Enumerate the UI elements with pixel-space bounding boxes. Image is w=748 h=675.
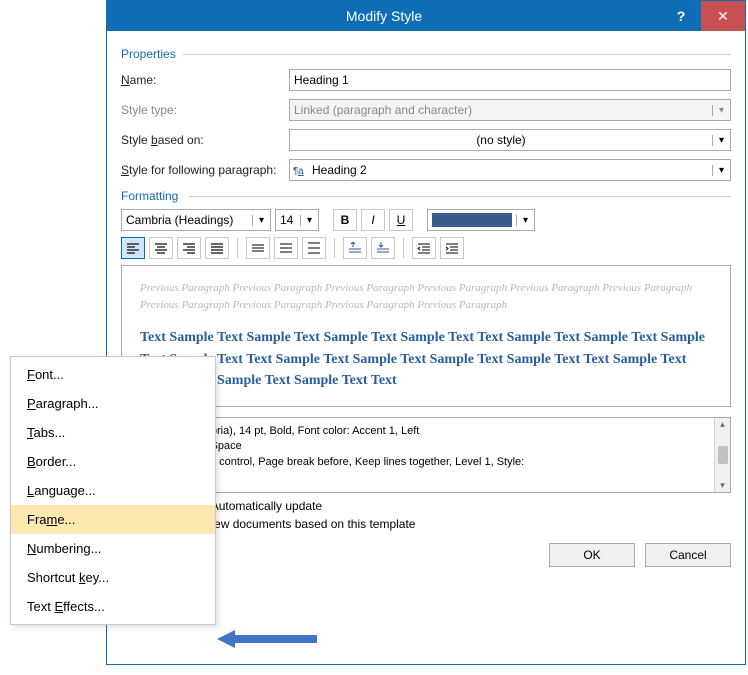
- preview-sample-text: Text Sample Text Sample Text Sample Text…: [140, 327, 712, 392]
- menu-border[interactable]: Border...: [11, 447, 215, 476]
- italic-button[interactable]: I: [361, 209, 385, 231]
- indent-inc-button[interactable]: [440, 237, 464, 259]
- menu-frame[interactable]: Frame...: [11, 505, 215, 534]
- properties-legend: Properties: [121, 47, 731, 61]
- separator: [403, 238, 404, 258]
- preview-previous-text: Previous Paragraph Previous Paragraph Pr…: [140, 280, 712, 313]
- newdoc-label: New documents based on this template: [205, 517, 415, 531]
- bold-button[interactable]: B: [333, 209, 357, 231]
- color-swatch: [432, 213, 512, 227]
- style-type-combo: Linked (paragraph and character) ▾: [289, 99, 731, 121]
- format-menu: Font... Paragraph... Tabs... Border... L…: [10, 356, 216, 625]
- chevron-down-icon[interactable]: ▾: [712, 165, 730, 176]
- desc-scrollbar[interactable]: ▴▾: [714, 418, 730, 492]
- menu-font[interactable]: Font...: [11, 360, 215, 389]
- titlebar: Modify Style ? ✕: [107, 1, 745, 31]
- linespace-2-button[interactable]: [302, 237, 326, 259]
- paragraph-icon: ¶a: [290, 164, 308, 176]
- close-button[interactable]: ✕: [701, 1, 745, 31]
- following-value: Heading 2: [308, 163, 712, 177]
- desc-line: +Headings (Cambria), 14 pt, Bold, Font c…: [128, 424, 724, 439]
- linespace-1-button[interactable]: [246, 237, 270, 259]
- linespace-15-button[interactable]: [274, 237, 298, 259]
- desc-line: pt, Widow/Orphan control, Page break bef…: [128, 455, 724, 470]
- menu-tabs[interactable]: Tabs...: [11, 418, 215, 447]
- chevron-down-icon: ▾: [712, 105, 730, 116]
- help-button[interactable]: ?: [661, 1, 701, 31]
- dialog-title: Modify Style: [107, 8, 661, 24]
- desc-line: : Multiple 1.15 li, Space: [128, 439, 724, 454]
- ok-button[interactable]: OK: [549, 543, 635, 567]
- chevron-down-icon[interactable]: ▾: [252, 215, 270, 226]
- space-before-inc-button[interactable]: [343, 237, 367, 259]
- menu-paragraph[interactable]: Paragraph...: [11, 389, 215, 418]
- align-center-button[interactable]: [149, 237, 173, 259]
- align-left-button[interactable]: [121, 237, 145, 259]
- formatting-legend: Formatting: [121, 189, 731, 203]
- name-input[interactable]: [289, 69, 731, 91]
- following-combo[interactable]: ¶a Heading 2 ▾: [289, 159, 731, 181]
- paragraph-toolbar: [121, 237, 731, 259]
- cancel-button[interactable]: Cancel: [645, 543, 731, 567]
- annotation-arrow: [217, 630, 317, 648]
- menu-numbering[interactable]: Numbering...: [11, 534, 215, 563]
- align-justify-button[interactable]: [205, 237, 229, 259]
- font-toolbar: Cambria (Headings) ▾ 14 ▾ B I U ▾: [121, 209, 731, 231]
- font-color-combo[interactable]: ▾: [427, 209, 535, 231]
- space-before-dec-button[interactable]: [371, 237, 395, 259]
- style-type-value: Linked (paragraph and character): [290, 103, 712, 117]
- desc-line: Style, Priority: 10: [128, 470, 724, 485]
- menu-text-effects[interactable]: Text Effects...: [11, 592, 215, 621]
- chevron-down-icon[interactable]: ▾: [712, 135, 730, 146]
- chevron-down-icon[interactable]: ▾: [300, 215, 318, 226]
- auto-update-label: Automatically update: [211, 499, 322, 513]
- font-size-combo[interactable]: 14 ▾: [275, 209, 319, 231]
- style-type-label: Style type:: [121, 103, 289, 117]
- font-name-combo[interactable]: Cambria (Headings) ▾: [121, 209, 271, 231]
- svg-text:a: a: [298, 166, 304, 176]
- menu-language[interactable]: Language...: [11, 476, 215, 505]
- chevron-down-icon[interactable]: ▾: [516, 215, 534, 226]
- following-label: Style for following paragraph:: [121, 163, 289, 177]
- based-on-label: Style based on:: [121, 133, 289, 147]
- separator: [334, 238, 335, 258]
- underline-button[interactable]: U: [389, 209, 413, 231]
- indent-dec-button[interactable]: [412, 237, 436, 259]
- align-right-button[interactable]: [177, 237, 201, 259]
- based-on-value: (no style): [290, 133, 712, 147]
- based-on-combo[interactable]: (no style) ▾: [289, 129, 731, 151]
- separator: [237, 238, 238, 258]
- name-label: Name:: [121, 73, 289, 87]
- menu-shortcut[interactable]: Shortcut key...: [11, 563, 215, 592]
